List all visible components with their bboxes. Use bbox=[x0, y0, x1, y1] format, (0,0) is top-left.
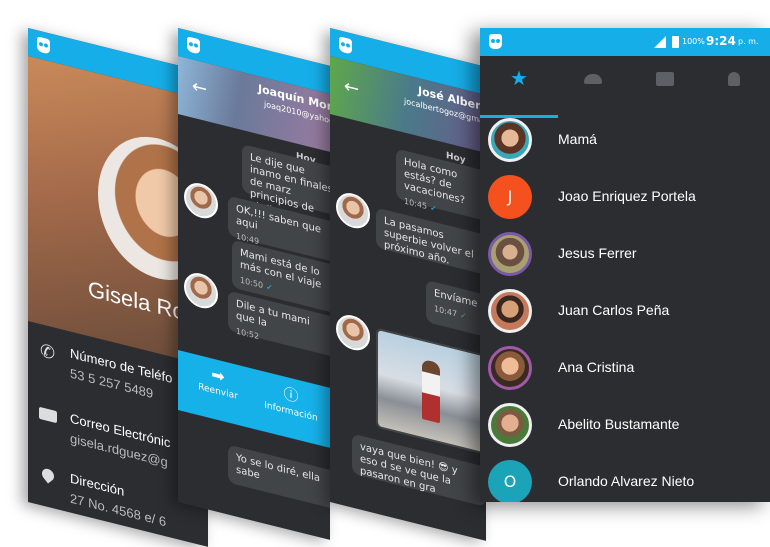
contacts-list: Mamá J Joao Enriquez Portela Jesus Ferre… bbox=[480, 112, 770, 502]
message-bubble[interactable]: Hola como estás? de vacaciones? 10:45 ✓ bbox=[396, 148, 486, 224]
forward-button[interactable]: ➡ Reenviar bbox=[188, 358, 248, 423]
contact-avatar bbox=[488, 232, 532, 276]
email-icon bbox=[39, 406, 57, 424]
contact-name: Mamá bbox=[558, 131, 597, 147]
contact-avatar bbox=[488, 289, 532, 333]
owl-logo-icon bbox=[339, 36, 352, 55]
contact-name: Gisela Ro bbox=[88, 275, 185, 326]
tab-favorites[interactable]: ★ bbox=[480, 56, 558, 118]
contact-row[interactable]: Ana Cristina bbox=[480, 340, 770, 397]
clock-time: 9:24 bbox=[706, 34, 736, 48]
contact-name: Orlando Alvarez Nieto bbox=[558, 473, 695, 489]
message-time: 10:45 bbox=[404, 196, 428, 212]
contact-name: Ana Cristina bbox=[558, 359, 635, 375]
contact-row[interactable]: Juan Carlos Peña bbox=[480, 283, 770, 340]
read-check-icon: ✓ bbox=[430, 202, 437, 214]
contact-avatar: J bbox=[488, 175, 532, 219]
contact-name: Juan Carlos Peña bbox=[558, 302, 670, 318]
signal-icon bbox=[654, 36, 666, 48]
message-text: vaya que bien! 😎 y eso d se ve que la pa… bbox=[360, 441, 458, 496]
info-button[interactable]: ⓘ Información bbox=[256, 375, 326, 442]
message-text: La pasamos superbie volver el próximo añ… bbox=[384, 215, 474, 267]
contact-avatar bbox=[184, 179, 218, 222]
read-check-icon: ✓ bbox=[266, 281, 273, 293]
owl-logo-icon bbox=[37, 36, 50, 55]
contact-name: Joao Enriquez Portela bbox=[558, 188, 696, 204]
location-pin-icon bbox=[39, 466, 57, 484]
contact-avatar bbox=[184, 269, 218, 312]
photo-person bbox=[422, 358, 440, 424]
message-bubble[interactable]: Envíame 10:47 ✓ bbox=[426, 279, 486, 340]
contact-avatar bbox=[336, 189, 370, 232]
back-arrow-icon[interactable]: ← bbox=[192, 75, 207, 100]
contact-row[interactable]: O Orlando Alvarez Nieto bbox=[480, 454, 770, 502]
contact-row[interactable]: Jesus Ferrer bbox=[480, 226, 770, 283]
contact-avatar bbox=[336, 311, 370, 354]
message-time: 10:47 bbox=[434, 303, 458, 319]
battery-percent: 100% bbox=[682, 37, 705, 46]
contacts-screen: 100% 9:24 p. m. ★ Mamá J Joao Enriquez P… bbox=[480, 28, 770, 502]
status-bar: 100% 9:24 p. m. bbox=[480, 28, 770, 56]
star-icon: ★ bbox=[510, 66, 528, 90]
clock-ampm: p. m. bbox=[738, 37, 759, 46]
message-action-bar: ➡ Reenviar ⓘ Información bbox=[178, 350, 330, 448]
message-text: Yo se lo diré, ella sabe bbox=[236, 452, 321, 485]
contact-row[interactable]: Abelito Bustamante bbox=[480, 397, 770, 454]
message-time: 10:52 bbox=[236, 326, 260, 342]
owl-logo-icon bbox=[489, 34, 502, 49]
people-icon bbox=[584, 74, 602, 84]
person-icon bbox=[728, 72, 740, 86]
battery-icon bbox=[672, 36, 679, 48]
contact-avatar bbox=[488, 403, 532, 447]
chat-jose-screen: ← José Alberto jocalbertogoz@gmail. Hoy … bbox=[330, 28, 486, 541]
chat-bubble-icon bbox=[656, 72, 674, 86]
chat-joaquin-screen: ← Joaquín Mora joaq2010@yahoo. Hoy Le di… bbox=[178, 28, 330, 540]
owl-logo-icon bbox=[187, 36, 200, 55]
contact-name: Abelito Bustamante bbox=[558, 416, 680, 432]
message-bubble[interactable]: Yo se lo diré, ella sabe bbox=[228, 444, 330, 510]
shared-photo[interactable] bbox=[376, 327, 486, 455]
tab-profile[interactable] bbox=[700, 56, 770, 118]
read-check-icon: ✓ bbox=[460, 310, 467, 322]
contact-avatar bbox=[488, 346, 532, 390]
phone-icon: ✆ bbox=[40, 339, 56, 365]
tab-contacts[interactable] bbox=[558, 56, 630, 118]
message-time: 10:50 bbox=[240, 275, 264, 291]
contact-name: Jesus Ferrer bbox=[558, 245, 637, 261]
contact-row[interactable]: J Joao Enriquez Portela bbox=[480, 169, 770, 226]
tab-bar: ★ bbox=[480, 56, 770, 118]
back-arrow-icon[interactable]: ← bbox=[344, 75, 359, 100]
contact-avatar bbox=[488, 118, 532, 162]
tab-messages[interactable] bbox=[630, 56, 700, 118]
contact-row[interactable]: Mamá bbox=[480, 112, 770, 169]
contact-avatar: O bbox=[488, 460, 532, 502]
